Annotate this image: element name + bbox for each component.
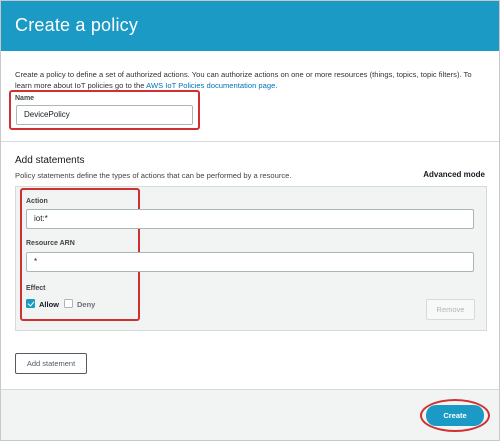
- deny-label: Deny: [77, 300, 96, 309]
- create-highlight-annotation: [420, 399, 490, 432]
- add-statements-heading: Add statements: [15, 155, 85, 166]
- add-statement-button[interactable]: Add statement: [15, 353, 87, 374]
- page-title: Create a policy: [15, 15, 139, 35]
- action-label: Action: [26, 198, 48, 205]
- action-input[interactable]: iot:*: [26, 209, 474, 229]
- name-input[interactable]: DevicePolicy: [16, 105, 193, 125]
- create-policy-page: Create a policy Create a policy to defin…: [0, 0, 500, 441]
- advanced-mode-link[interactable]: Advanced mode: [423, 170, 485, 179]
- resource-arn-input[interactable]: *: [26, 252, 474, 272]
- page-header: Create a policy: [1, 1, 499, 51]
- intro-text: Create a policy to define a set of autho…: [15, 69, 490, 91]
- remove-statement-button[interactable]: Remove: [426, 299, 475, 320]
- effect-label: Effect: [26, 285, 46, 292]
- name-label: Name: [15, 95, 35, 102]
- allow-label: Allow: [39, 300, 59, 309]
- iot-policies-doc-link[interactable]: AWS IoT Policies documentation page: [146, 81, 275, 90]
- checkbox-checked-icon[interactable]: [26, 299, 35, 308]
- add-statements-description: Policy statements define the types of ac…: [15, 171, 292, 180]
- resource-arn-label: Resource ARN: [26, 240, 75, 247]
- section-divider: [1, 141, 499, 142]
- checkbox-unchecked-icon[interactable]: [64, 299, 73, 308]
- intro-suffix: .: [275, 81, 278, 90]
